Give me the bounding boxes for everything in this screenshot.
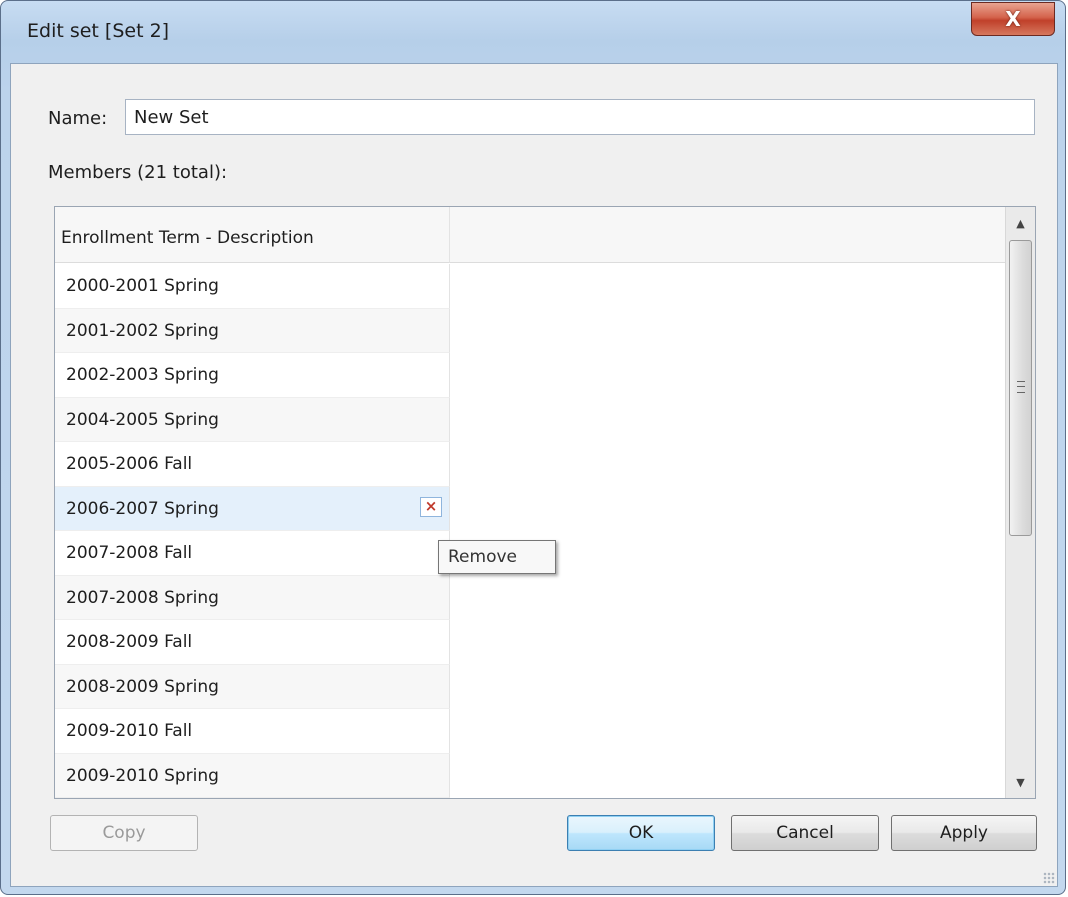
- member-rows: 2000-2001 Spring 2001-2002 Spring 2002-2…: [55, 264, 450, 798]
- grip-icon: [1017, 381, 1025, 393]
- scroll-down-icon[interactable]: ▼: [1006, 768, 1035, 796]
- member-label: 2008-2009 Fall: [66, 632, 193, 652]
- list-item[interactable]: 2001-2002 Spring: [55, 308, 450, 353]
- members-label: Members (21 total):: [48, 162, 228, 183]
- name-label: Name:: [48, 108, 108, 129]
- dialog-body: Name: Members (21 total): Enrollment Ter…: [10, 63, 1058, 887]
- list-item[interactable]: 2008-2009 Spring: [55, 664, 450, 709]
- member-label: 2004-2005 Spring: [66, 409, 219, 430]
- ok-button[interactable]: OK: [567, 815, 715, 851]
- list-item[interactable]: 2007-2008 Spring: [55, 575, 450, 620]
- close-button[interactable]: X: [971, 2, 1055, 36]
- copy-button[interactable]: Copy: [50, 815, 198, 851]
- member-label: 2009-2010 Fall: [66, 721, 193, 741]
- name-input[interactable]: [125, 99, 1035, 135]
- member-label: 2001-2002 Spring: [66, 320, 219, 341]
- list-item[interactable]: 2009-2010 Spring: [55, 753, 450, 798]
- column-header-filler: [450, 207, 1005, 263]
- member-label: 2007-2008 Fall: [66, 543, 193, 563]
- member-label: 2005-2006 Fall: [66, 454, 193, 474]
- edit-set-dialog: Edit set [Set 2] X Name: Members (21 tot…: [0, 0, 1066, 895]
- remove-tooltip: Remove: [438, 540, 556, 574]
- dialog-title: Edit set [Set 2]: [27, 20, 170, 42]
- list-item[interactable]: 2007-2008 Fall: [55, 531, 450, 576]
- close-icon: X: [1005, 7, 1021, 31]
- list-item-hovered[interactable]: 2006-2007 Spring ×: [55, 486, 450, 531]
- list-item[interactable]: 2002-2003 Spring: [55, 353, 450, 398]
- scroll-thumb[interactable]: [1009, 240, 1032, 536]
- resize-grip-icon[interactable]: [1043, 872, 1055, 884]
- list-item[interactable]: 2000-2001 Spring: [55, 264, 450, 309]
- remove-icon[interactable]: ×: [420, 496, 442, 517]
- scroll-up-icon[interactable]: ▲: [1006, 209, 1035, 237]
- list-item[interactable]: 2004-2005 Spring: [55, 397, 450, 442]
- list-item[interactable]: 2008-2009 Fall: [55, 620, 450, 665]
- vertical-scrollbar[interactable]: ▲ ▼: [1005, 207, 1035, 798]
- member-label: 2002-2003 Spring: [66, 365, 219, 385]
- list-item[interactable]: 2009-2010 Fall: [55, 709, 450, 754]
- apply-button[interactable]: Apply: [891, 815, 1037, 851]
- cancel-button[interactable]: Cancel: [731, 815, 879, 851]
- member-label: 2008-2009 Spring: [66, 676, 219, 697]
- members-list[interactable]: Enrollment Term - Description 2000-2001 …: [54, 206, 1036, 799]
- list-item[interactable]: 2005-2006 Fall: [55, 442, 450, 487]
- member-label: 2007-2008 Spring: [66, 587, 219, 608]
- title-bar[interactable]: Edit set [Set 2] X: [1, 1, 1065, 61]
- member-label: 2000-2001 Spring: [66, 276, 219, 296]
- member-label: 2009-2010 Spring: [66, 765, 219, 786]
- member-label: 2006-2007 Spring: [66, 498, 219, 519]
- column-header[interactable]: Enrollment Term - Description: [55, 207, 450, 263]
